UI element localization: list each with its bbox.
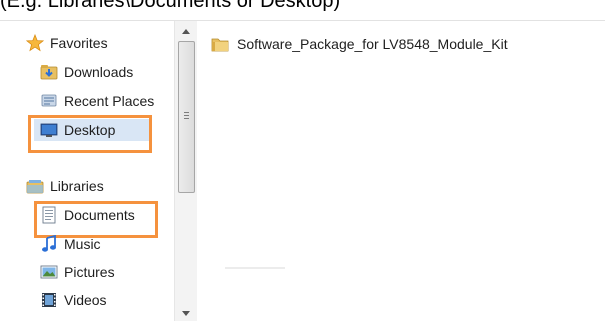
libraries-icon (26, 177, 44, 195)
folder-item-label: Software_Package_for LV8548_Module_Kit (237, 36, 508, 52)
nav-item-label: Recent Places (64, 93, 155, 109)
nav-item-desktop[interactable]: Desktop (34, 119, 150, 141)
scroll-down-arrow-icon[interactable] (175, 305, 197, 321)
folder-icon (211, 35, 229, 53)
divider (225, 267, 285, 269)
nav-item-label: Pictures (64, 264, 115, 280)
nav-item-downloads[interactable]: Downloads (40, 61, 133, 83)
nav-item-label: Downloads (64, 64, 134, 80)
documents-icon (40, 206, 58, 224)
instruction-caption: (E.g. Libraries\Documents or Desktop) (0, 0, 341, 12)
nav-scrollbar[interactable] (174, 21, 198, 321)
scroll-thumb[interactable] (178, 41, 195, 193)
nav-item-music[interactable]: Music (40, 233, 101, 255)
nav-item-label: Music (64, 236, 101, 252)
nav-libraries-label: Libraries (50, 178, 104, 194)
nav-item-label: Videos (64, 292, 107, 308)
recent-places-icon (40, 92, 58, 110)
nav-item-videos[interactable]: Videos (40, 289, 107, 311)
pictures-icon (40, 263, 58, 281)
folder-item[interactable]: Software_Package_for LV8548_Module_Kit (211, 33, 508, 55)
nav-item-pictures[interactable]: Pictures (40, 261, 115, 283)
nav-item-documents[interactable]: Documents (40, 204, 135, 226)
star-icon (25, 33, 45, 52)
videos-icon (40, 291, 58, 309)
music-icon (40, 234, 58, 253)
downloads-folder-icon (40, 63, 58, 81)
file-explorer-window: Favorites Downloads Recent Places Deskto… (0, 20, 605, 321)
nav-item-label: Desktop (64, 122, 116, 138)
nav-item-label: Documents (64, 207, 135, 223)
nav-libraries[interactable]: Libraries (26, 175, 104, 197)
navigation-pane: Favorites Downloads Recent Places Deskto… (0, 21, 174, 321)
desktop-icon (40, 121, 58, 139)
nav-item-recent-places[interactable]: Recent Places (40, 90, 154, 112)
nav-favorites-label: Favorites (50, 35, 108, 51)
scroll-up-arrow-icon[interactable] (175, 23, 197, 39)
content-pane: Software_Package_for LV8548_Module_Kit (197, 21, 605, 321)
nav-favorites[interactable]: Favorites (25, 32, 108, 54)
